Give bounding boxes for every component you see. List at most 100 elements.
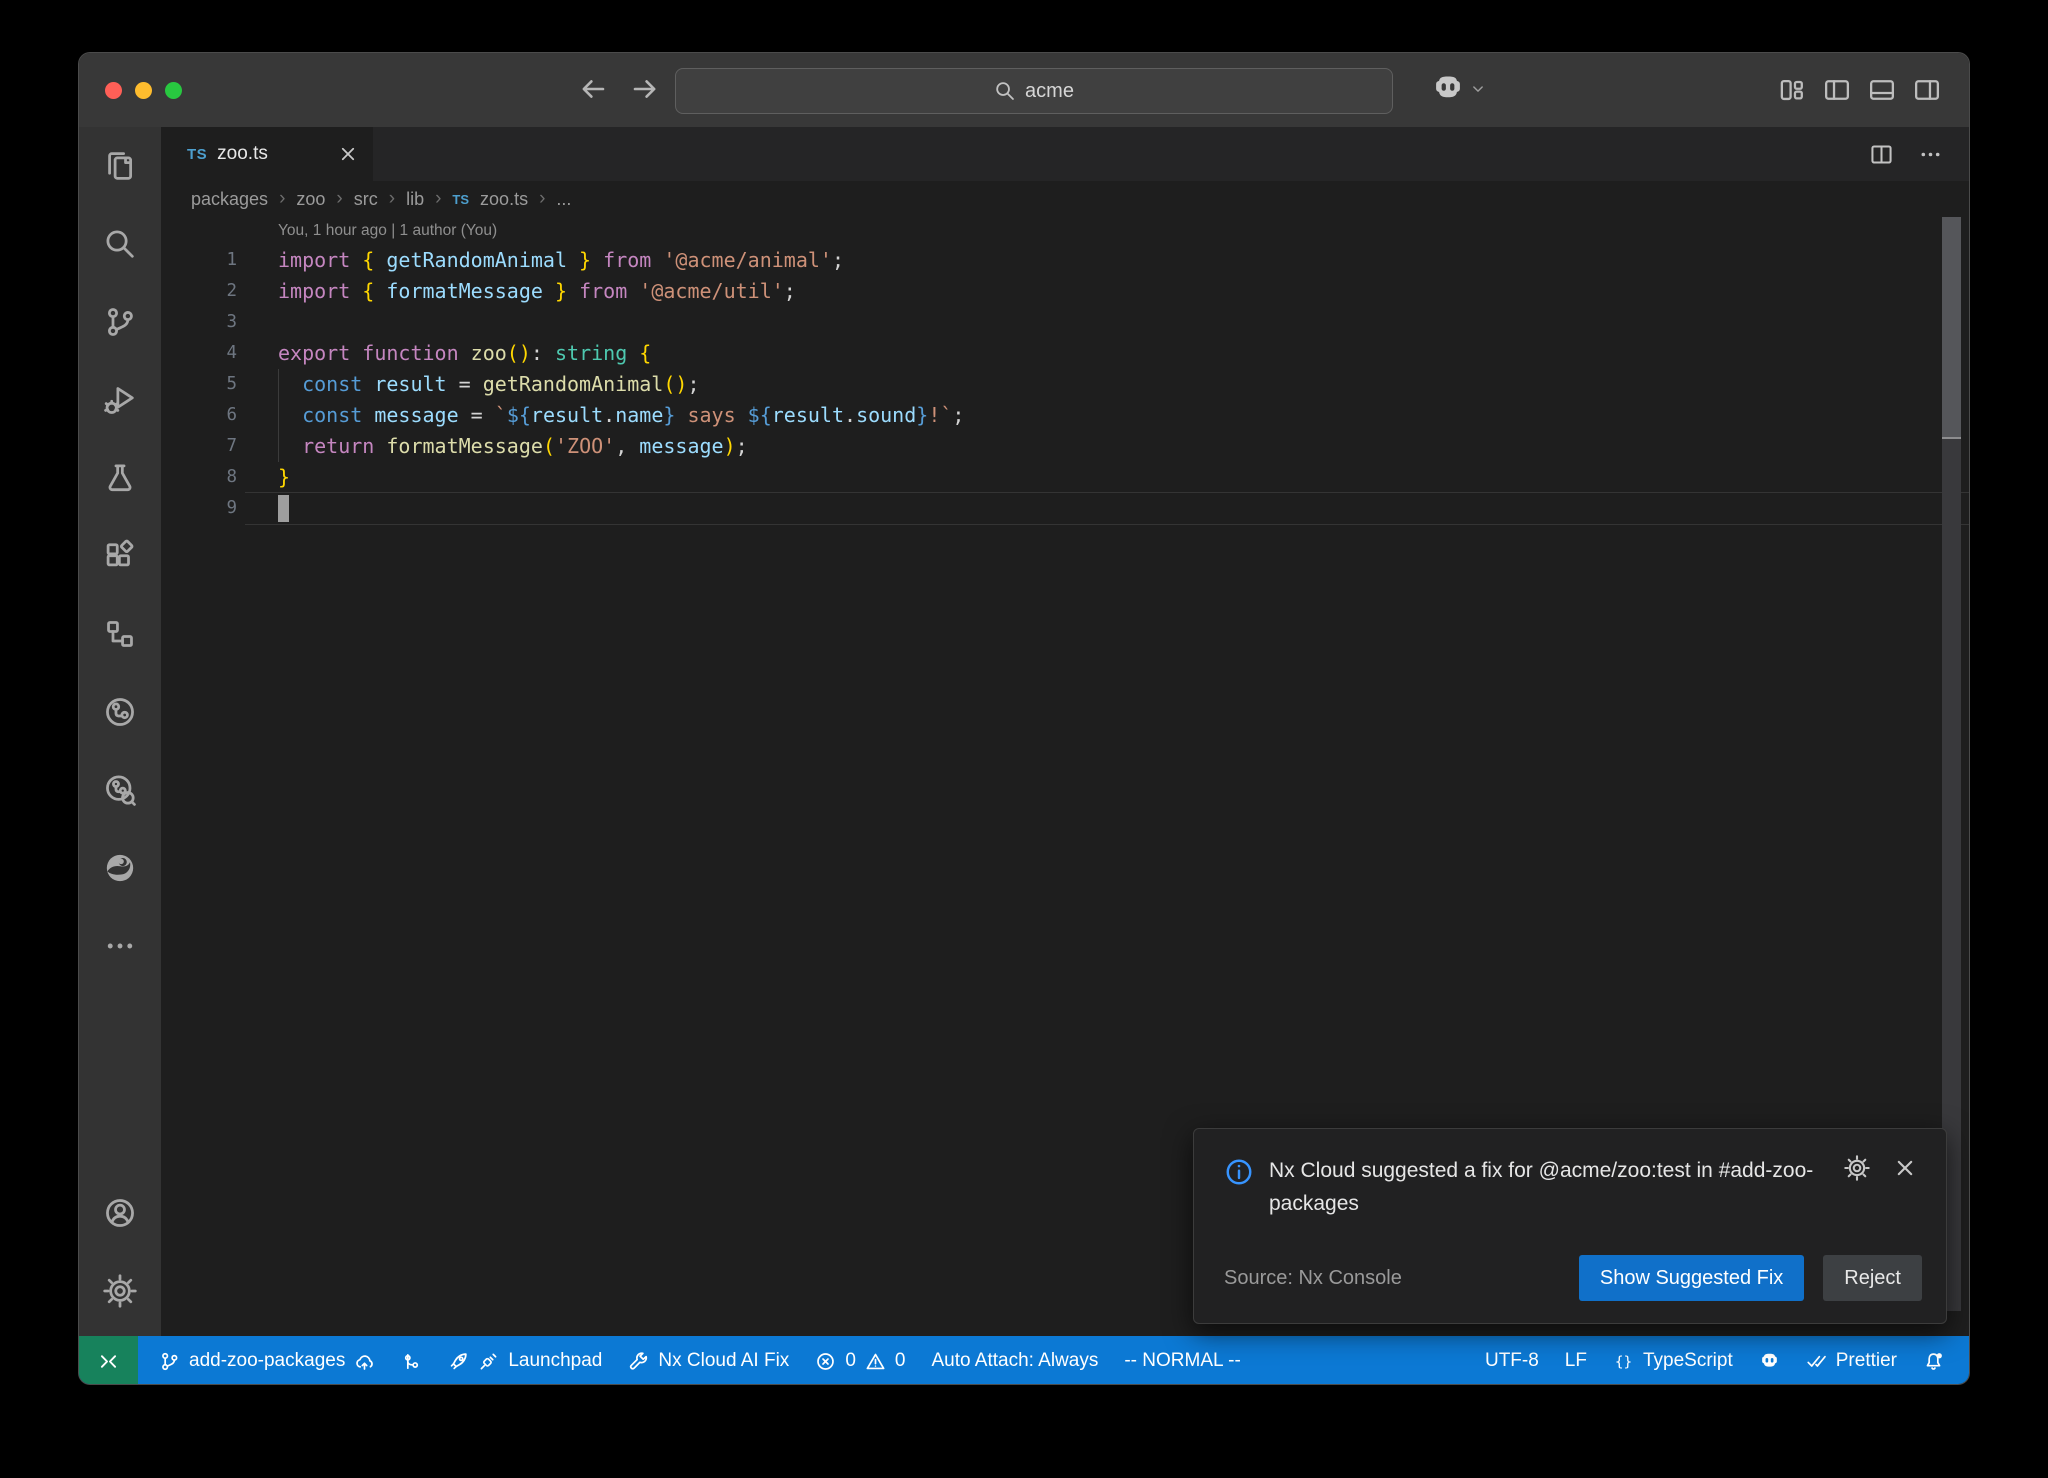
activity-item-extensions[interactable]: [79, 517, 161, 595]
customize-layout-icon[interactable]: [1778, 76, 1806, 104]
code-line-9[interactable]: 9: [161, 493, 1969, 524]
titlebar[interactable]: acme: [79, 53, 1969, 127]
status-formatter[interactable]: Prettier: [1793, 1336, 1910, 1385]
code-line-8[interactable]: 8}: [161, 462, 1969, 493]
activity-item-explorer[interactable]: [79, 127, 161, 205]
code-line-4[interactable]: 4export function zoo(): string {: [161, 338, 1969, 369]
status-eol-label: LF: [1565, 1350, 1587, 1372]
copilot-menu-button[interactable]: [1431, 72, 1487, 106]
status-launchpad[interactable]: Launchpad: [435, 1336, 615, 1385]
activity-item-account[interactable]: [79, 1174, 161, 1252]
code-inspect-icon: [103, 773, 137, 807]
tab-bar: TS zoo.ts: [161, 127, 1969, 181]
activity-item-code-inspect[interactable]: [79, 751, 161, 829]
vscode-window: acme TS zoo.ts: [78, 52, 1970, 1385]
notification-settings-gear-icon[interactable]: [1844, 1155, 1870, 1181]
copilot-icon: [1759, 1351, 1780, 1372]
code-text: const result = getRandomAnimal();: [237, 369, 699, 400]
nx-console-icon: [103, 695, 137, 729]
activity-item-project-structure[interactable]: [79, 595, 161, 673]
breadcrumb-item-packages[interactable]: packages: [191, 189, 268, 210]
minimize-traffic-light[interactable]: [135, 82, 152, 99]
forward-arrow-icon[interactable]: [629, 73, 661, 105]
status-notifications-bell[interactable]: [1910, 1336, 1957, 1385]
more-views-icon: [103, 929, 137, 963]
status-vim-mode[interactable]: -- NORMAL --: [1111, 1336, 1253, 1385]
breadcrumb: packages›zoo›src›lib›TSzoo.ts›...: [161, 181, 1969, 217]
chevron-right-icon: ›: [435, 188, 441, 210]
more-actions-icon[interactable]: [1918, 142, 1943, 167]
rocket-icon: [448, 1351, 469, 1372]
history-nav: [577, 73, 661, 105]
code-line-5[interactable]: 5 const result = getRandomAnimal();: [161, 369, 1969, 400]
status-language-mode[interactable]: {} TypeScript: [1600, 1336, 1746, 1385]
status-encoding[interactable]: UTF-8: [1472, 1336, 1552, 1385]
reject-button[interactable]: Reject: [1823, 1255, 1922, 1301]
notification-close-icon[interactable]: [1892, 1155, 1918, 1181]
status-auto-attach[interactable]: Auto Attach: Always: [918, 1336, 1111, 1385]
close-traffic-light[interactable]: [105, 82, 122, 99]
status-remote-indicator[interactable]: [79, 1336, 138, 1385]
toggle-primary-sidebar-icon[interactable]: [1823, 76, 1851, 104]
activity-item-nx-console[interactable]: [79, 673, 161, 751]
activity-item-testing[interactable]: [79, 439, 161, 517]
status-copilot[interactable]: [1746, 1336, 1793, 1385]
wrench-icon: [628, 1351, 649, 1372]
status-nx-cloud-ai-fix[interactable]: Nx Cloud AI Fix: [615, 1336, 802, 1385]
show-suggested-fix-button[interactable]: Show Suggested Fix: [1579, 1255, 1804, 1301]
breadcrumb-item-src[interactable]: src: [354, 189, 378, 210]
activity-item-edge-tools[interactable]: [79, 829, 161, 907]
plug-icon: [478, 1351, 499, 1372]
status-language-mode-label: TypeScript: [1643, 1350, 1733, 1372]
settings-gear-icon: [103, 1274, 137, 1308]
breadcrumb-item-file[interactable]: zoo.ts: [480, 189, 528, 210]
status-commit-graph[interactable]: [388, 1336, 435, 1385]
remote-icon: [97, 1350, 120, 1373]
line-number: 6: [161, 400, 237, 431]
project-structure-icon: [103, 617, 137, 651]
editor-actions: [1869, 127, 1943, 181]
notification-toast: Nx Cloud suggested a fix for @acme/zoo:t…: [1193, 1128, 1947, 1324]
svg-text:{}: {}: [1615, 1354, 1632, 1370]
activity-item-more-views[interactable]: [79, 907, 161, 985]
toggle-secondary-sidebar-icon[interactable]: [1913, 76, 1941, 104]
code-line-1[interactable]: 1import { getRandomAnimal } from '@acme/…: [161, 245, 1969, 276]
line-number: 4: [161, 338, 237, 369]
status-problems[interactable]: 00: [802, 1336, 918, 1385]
back-arrow-icon[interactable]: [577, 73, 609, 105]
notification-source: Source: Nx Console: [1224, 1267, 1402, 1290]
breadcrumb-item-zoo[interactable]: zoo: [296, 189, 325, 210]
breadcrumb-item-lib[interactable]: lib: [406, 189, 424, 210]
tab-close-icon[interactable]: [337, 143, 359, 165]
tab-zoo-ts[interactable]: TS zoo.ts: [161, 127, 373, 181]
breadcrumb-more[interactable]: ...: [556, 189, 571, 210]
tab-label: zoo.ts: [217, 143, 327, 165]
code-text: const message = `${result.name} says ${r…: [237, 400, 964, 431]
status-git-branch[interactable]: add-zoo-packages: [146, 1336, 388, 1385]
chevron-right-icon: ›: [539, 188, 545, 210]
scrollbar-slider[interactable]: [1942, 217, 1961, 439]
status-problems-label: 0: [845, 1350, 856, 1372]
status-launchpad-label: Launchpad: [508, 1350, 602, 1372]
activity-item-settings-gear[interactable]: [79, 1252, 161, 1330]
code-line-7[interactable]: 7 return formatMessage('ZOO', message);: [161, 431, 1969, 462]
code-line-3[interactable]: 3: [161, 307, 1969, 338]
indent-guide: [278, 369, 279, 462]
activity-item-source-control[interactable]: [79, 283, 161, 361]
status-vim-mode-label: -- NORMAL --: [1124, 1350, 1240, 1372]
git-branch-icon: [159, 1351, 180, 1372]
command-center-search[interactable]: acme: [675, 68, 1393, 114]
split-editor-icon[interactable]: [1869, 142, 1894, 167]
activity-item-search[interactable]: [79, 205, 161, 283]
explorer-icon: [103, 149, 137, 183]
code-text: import { getRandomAnimal } from '@acme/a…: [237, 245, 844, 276]
activity-item-run-and-debug[interactable]: [79, 361, 161, 439]
code-line-6[interactable]: 6 const message = `${result.name} says $…: [161, 400, 1969, 431]
codelens-blame[interactable]: You, 1 hour ago | 1 author (You): [161, 217, 1969, 245]
edge-tools-icon: [103, 851, 137, 885]
status-eol[interactable]: LF: [1552, 1336, 1600, 1385]
info-icon: [1224, 1157, 1254, 1187]
zoom-traffic-light[interactable]: [165, 82, 182, 99]
toggle-panel-icon[interactable]: [1868, 76, 1896, 104]
code-line-2[interactable]: 2import { formatMessage } from '@acme/ut…: [161, 276, 1969, 307]
